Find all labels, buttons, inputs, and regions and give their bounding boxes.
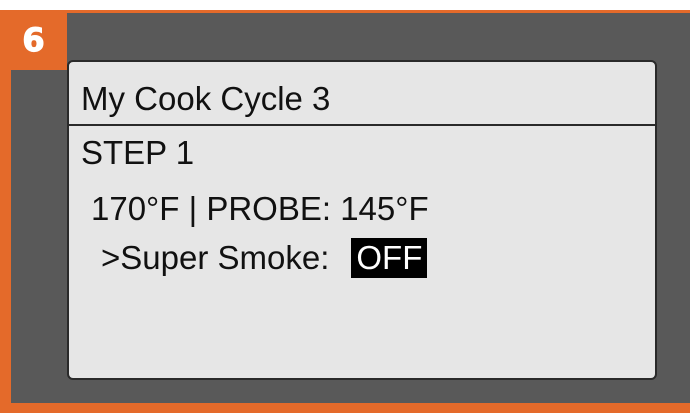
lcd-screen: My Cook Cycle 3 STEP 1 170°F | PROBE: 14… [67, 60, 657, 380]
title-divider [69, 124, 655, 126]
super-smoke-menu-item[interactable]: >Super Smoke: OFF [101, 238, 428, 278]
temperature-readout: 170°F | PROBE: 145°F [91, 190, 429, 227]
step-label: STEP 1 [81, 134, 195, 171]
step-number-badge: 6 [0, 10, 67, 70]
super-smoke-label: >Super Smoke: [101, 239, 330, 276]
cook-cycle-title: My Cook Cycle 3 [81, 80, 331, 117]
super-smoke-value[interactable]: OFF [351, 238, 428, 278]
